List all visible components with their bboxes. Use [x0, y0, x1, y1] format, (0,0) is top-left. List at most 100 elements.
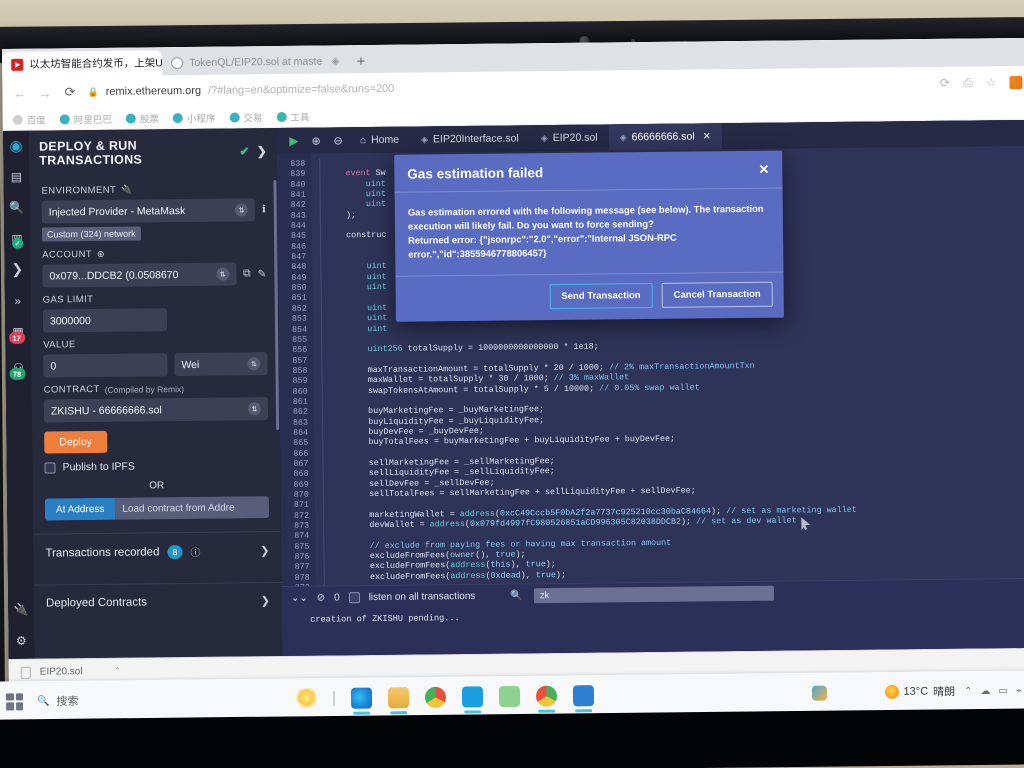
value-input[interactable]: 0 — [43, 353, 168, 378]
bookmark-item[interactable]: 工具 — [276, 109, 309, 123]
close-icon[interactable]: ✕ — [758, 162, 769, 178]
explorer-icon[interactable] — [387, 686, 409, 708]
file-explorer-icon[interactable]: ▤ — [8, 168, 25, 185]
double-chevron-icon[interactable]: ⌄⌄ — [291, 592, 308, 603]
solidity-compiler-icon[interactable]: ▥ ✓ — [8, 230, 25, 249]
copy-icon[interactable]: ⧉ — [243, 267, 251, 280]
copilot-icon[interactable] — [296, 687, 318, 709]
tray-app-icon[interactable] — [811, 685, 827, 701]
chevron-right-icon[interactable]: ❯ — [261, 594, 270, 607]
editor-tab-66666666[interactable]: ◈ 66666666.sol ✕ — [608, 123, 723, 151]
taskbar-search[interactable]: 🔍 搜索 — [37, 693, 79, 709]
zoom-out-icon[interactable]: ⊖ — [327, 134, 349, 147]
deploy-run-icon[interactable]: ❯ — [9, 261, 26, 278]
app-icon[interactable] — [572, 684, 594, 706]
debugger-icon[interactable]: » — [9, 292, 26, 309]
editor-tab-eip20[interactable]: ◈ EIP20.sol — [530, 124, 609, 151]
value-unit-select[interactable]: Wei ⇅ — [174, 352, 268, 377]
plus-circle-icon[interactable]: ⊕ — [97, 249, 105, 260]
play-run-icon[interactable]: ▶ — [283, 134, 305, 148]
terminal-search-input[interactable]: zk — [533, 585, 774, 603]
deploy-button[interactable]: Deploy — [44, 430, 108, 454]
chevron-right-icon[interactable]: ❯ — [260, 544, 269, 557]
battery-icon[interactable]: ▭ — [998, 685, 1008, 696]
weather-widget[interactable]: 13°C 晴朗 — [884, 683, 955, 700]
plugin-manager-icon[interactable]: ⚇ 78 — [8, 359, 27, 380]
gas-estimation-modal[interactable]: Gas estimation failed ✕ Gas estimation e… — [394, 150, 784, 322]
browser-chrome: 以太坊智能合约发币，上架Uni ✕ TokenQL/EIP20.sol at m… — [2, 37, 1024, 131]
photoshop-icon[interactable] — [461, 685, 483, 708]
line-number: 842 — [290, 200, 306, 211]
info-icon[interactable]: ⓘ — [190, 544, 200, 559]
extension-sync-icon[interactable]: ⟳ — [940, 76, 950, 90]
wechat-icon[interactable] — [498, 685, 520, 707]
bookmark-item[interactable]: 小程序 — [172, 110, 215, 125]
reload-icon[interactable]: ⟳ — [62, 84, 77, 100]
editor-tab-eip20interface[interactable]: ◈ EIP20Interface.sol — [410, 125, 530, 152]
plugin-plug-icon[interactable]: 🔌 — [12, 601, 29, 618]
zoom-in-icon[interactable]: ⊕ — [305, 134, 327, 147]
line-number: 861 — [292, 396, 308, 407]
gas-limit-input[interactable]: 3000000 — [42, 308, 168, 333]
close-icon[interactable]: ✕ — [703, 131, 712, 142]
chrome-canary-icon[interactable] — [424, 686, 446, 708]
metamask-icon[interactable] — [1009, 75, 1023, 89]
share-icon[interactable]: ⎙ — [963, 75, 973, 90]
no-entry-icon[interactable]: ⊘ — [317, 592, 326, 603]
chevron-up-icon[interactable]: ⌃ — [113, 666, 121, 677]
terminal-search-value: zk — [539, 589, 550, 601]
tab-audio-icon[interactable]: ◈ — [322, 48, 349, 73]
environment-label: ENVIRONMENT 🔌 — [41, 184, 133, 197]
editor-tab-home[interactable]: ⌂ Home — [349, 127, 410, 154]
bookmark-item[interactable]: 股票 — [125, 111, 159, 125]
search-icon[interactable]: 🔍 — [8, 199, 25, 216]
remix-logo-icon[interactable]: ◉ — [7, 137, 24, 154]
send-transaction-button[interactable]: Send Transaction — [549, 282, 653, 310]
chevron-up-icon[interactable]: ⌃ — [964, 686, 973, 697]
plugin-count-badge: 78 — [8, 367, 26, 380]
search-icon[interactable]: 🔍 — [510, 590, 523, 601]
info-icon[interactable]: ℹ — [262, 204, 266, 215]
settings-gear-icon[interactable]: ⚙ — [13, 632, 30, 649]
network-pill: Custom (324) network — [41, 226, 141, 242]
url-bar[interactable]: 🔒 remix.ethereum.org /?#lang=en&optimize=… — [87, 77, 930, 98]
updown-caret-icon: ⇅ — [234, 203, 249, 217]
windows-start-icon[interactable] — [5, 692, 24, 710]
chrome-icon[interactable] — [535, 685, 557, 707]
bookmark-item[interactable]: 交易 — [229, 110, 262, 124]
contract-sublabel: (Compiled by Remix) — [104, 383, 185, 395]
browser-tab-1[interactable]: TokenQL/EIP20.sol at master ✕ — [162, 49, 322, 76]
download-file-name[interactable]: EIP20.sol — [40, 666, 83, 677]
chevron-right-icon[interactable]: ❯ — [257, 144, 268, 158]
forward-icon[interactable]: → — [37, 85, 52, 100]
at-address-input[interactable]: Load contract from Addre — [115, 496, 270, 520]
cancel-transaction-button[interactable]: Cancel Transaction — [661, 281, 773, 308]
edge-icon[interactable] — [350, 687, 372, 709]
new-tab-button[interactable]: + — [349, 53, 374, 73]
edit-icon[interactable]: ✎ — [258, 268, 267, 280]
environment-select[interactable]: Injected Provider - MetaMask ⇅ — [41, 198, 256, 224]
tray-icons: ⌃ ☁ ▭ ⌁ — [964, 685, 1022, 697]
bookmark-star-icon[interactable]: ☆ — [986, 75, 997, 89]
browser-tab-0[interactable]: 以太坊智能合约发币，上架Uni ✕ — [2, 50, 163, 77]
bookmark-label: 工具 — [290, 112, 310, 124]
back-icon[interactable]: ← — [12, 85, 27, 100]
bookmark-item[interactable]: 阿里巴巴 — [59, 111, 112, 126]
line-number: 853 — [291, 313, 307, 325]
solidity-analysis-icon[interactable]: ▦ 17 — [8, 323, 26, 344]
contract-select[interactable]: ZKISHU - 66666666.sol ⇅ — [43, 397, 269, 423]
deployed-contracts-row[interactable]: Deployed Contracts ❯ — [46, 583, 270, 620]
at-address-button[interactable]: At Address — [44, 497, 116, 521]
bookmark-favicon — [125, 113, 136, 124]
cloud-icon[interactable]: ☁ — [980, 685, 990, 696]
transactions-recorded-row[interactable]: Transactions recorded 8 ⓘ ❯ — [45, 532, 270, 571]
listen-transactions-checkbox[interactable] — [348, 591, 360, 603]
bookmark-item[interactable]: 百度 — [12, 112, 46, 126]
line-number: 844 — [290, 220, 306, 231]
publish-ipfs-row[interactable]: Publish to IPFS — [44, 459, 268, 473]
account-select[interactable]: 0x079...DDCB2 (0.0508670 ⇅ — [42, 262, 237, 288]
gas-limit-value: 3000000 — [49, 314, 91, 327]
publish-ipfs-checkbox[interactable] — [44, 461, 56, 474]
browser-tab-title: TokenQL/EIP20.sol at master — [189, 54, 323, 69]
network-icon[interactable]: ⌁ — [1016, 685, 1022, 696]
